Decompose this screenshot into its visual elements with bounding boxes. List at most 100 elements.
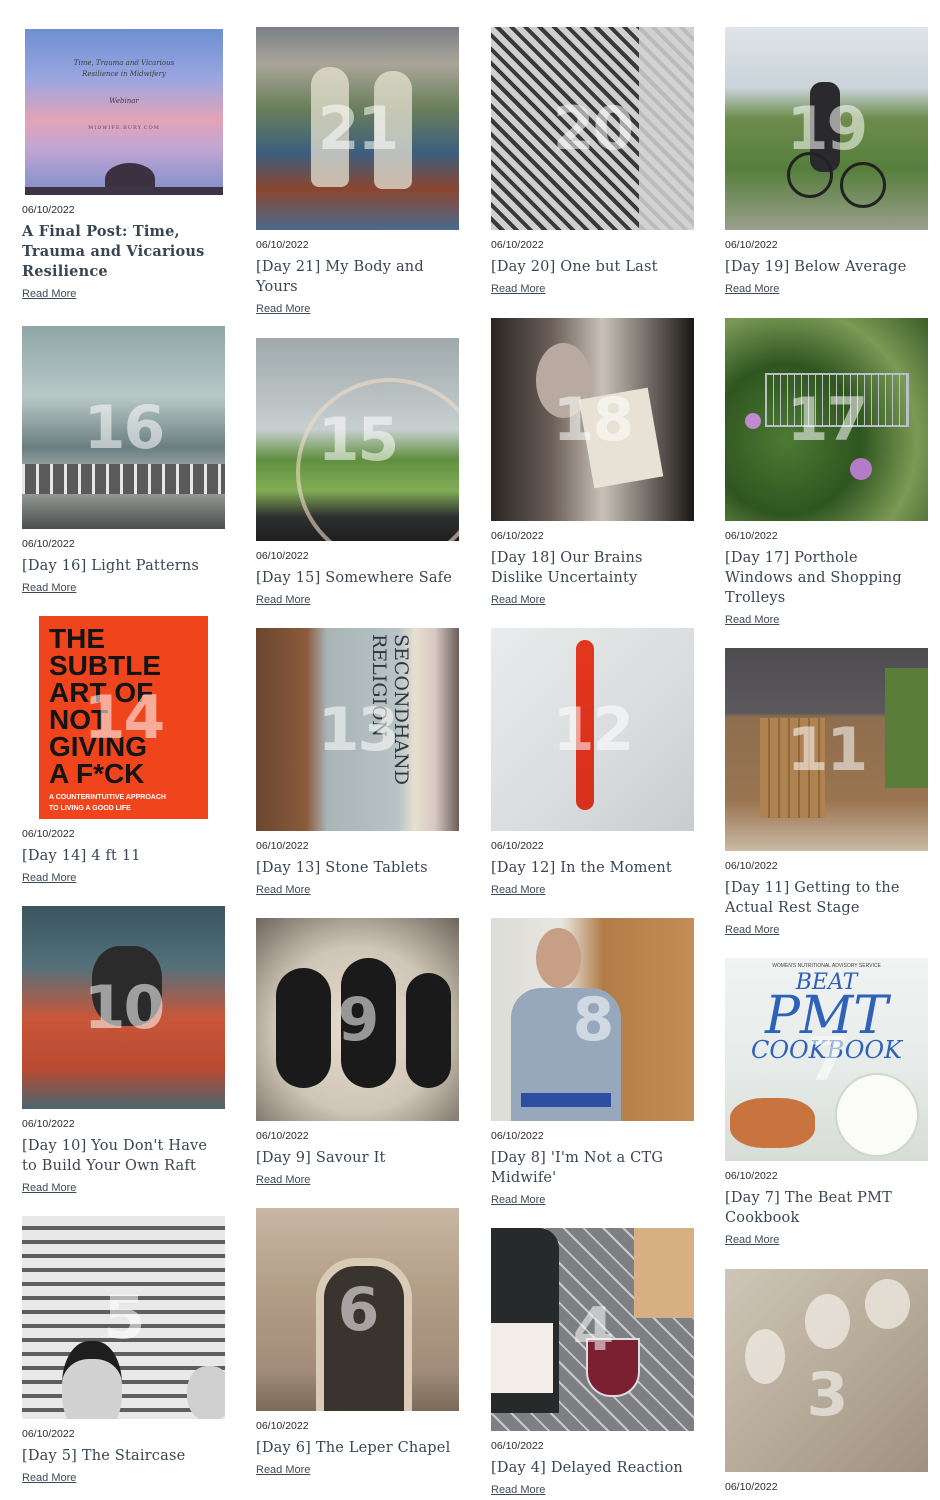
post-card: 20 06/10/2022 [Day 20] One but Last Read… <box>491 27 694 296</box>
wine-glass <box>586 1338 640 1397</box>
post-title[interactable]: [Day 7] The Beat PMT Cookbook <box>725 1188 928 1228</box>
post-title[interactable]: [Day 16] Light Patterns <box>22 556 225 576</box>
post-thumbnail[interactable]: 11 <box>725 648 928 851</box>
post-date: 06/10/2022 <box>725 860 778 872</box>
read-more-link[interactable]: Read More <box>725 923 779 937</box>
read-more-link[interactable]: Read More <box>725 282 779 296</box>
person-face <box>536 928 581 988</box>
wooden-door <box>760 718 825 818</box>
post-title[interactable]: [Day 20] One but Last <box>491 257 694 277</box>
skeleton-figure <box>311 67 349 187</box>
post-card: WOMEN'S NUTRITIONAL ADVISORY SERVICE BEA… <box>725 958 928 1247</box>
post-card: 21 06/10/2022 [Day 21] My Body and Yours… <box>256 27 459 316</box>
read-more-link[interactable]: Read More <box>491 1193 545 1207</box>
post-title[interactable]: [Day 15] Somewhere Safe <box>256 568 459 588</box>
post-thumbnail[interactable]: 18 <box>491 318 694 521</box>
day-number-overlay: 5 <box>103 1282 146 1353</box>
post-date: 06/10/2022 <box>491 239 544 251</box>
post-card: 3 06/10/2022 <box>725 1269 928 1493</box>
thumbnail-url: MIDWIFE.BURY.COM <box>88 125 160 131</box>
post-date: 06/10/2022 <box>22 1428 75 1440</box>
post-title[interactable]: A Final Post: Time, Trauma and Vicarious… <box>22 222 225 282</box>
post-thumbnail[interactable]: THE SUBTLE ART OF NOT GIVING A F*CK A CO… <box>22 616 225 819</box>
post-title[interactable]: [Day 6] The Leper Chapel <box>256 1438 459 1458</box>
post-title[interactable]: [Day 12] In the Moment <box>491 858 694 878</box>
post-title[interactable]: [Day 11] Getting to the Actual Rest Stag… <box>725 878 928 918</box>
post-thumbnail[interactable]: 20 <box>491 27 694 230</box>
post-title[interactable]: [Day 10] You Don't Have to Build Your Ow… <box>22 1136 225 1176</box>
book-cover-text: COOKBOOK <box>750 1036 902 1064</box>
post-card: 4 06/10/2022 [Day 4] Delayed Reaction Re… <box>491 1228 694 1497</box>
read-more-link[interactable]: Read More <box>491 1483 545 1497</box>
post-title[interactable]: [Day 8] 'I'm Not a CTG Midwife' <box>491 1148 694 1188</box>
read-more-link[interactable]: Read More <box>491 593 545 607</box>
shadow-area <box>639 27 694 230</box>
read-more-link[interactable]: Read More <box>22 871 76 885</box>
post-thumbnail[interactable]: Time, Trauma and Vicarious Resilience in… <box>25 29 223 195</box>
read-more-link[interactable]: Read More <box>22 1471 76 1485</box>
post-thumbnail[interactable]: 3 <box>725 1269 928 1472</box>
post-thumbnail[interactable]: 6 <box>256 1208 459 1411</box>
post-title[interactable]: [Day 5] The Staircase <box>22 1446 225 1466</box>
post-thumbnail[interactable]: 12 <box>491 628 694 831</box>
post-card: 18 06/10/2022 [Day 18] Our Brains Dislik… <box>491 318 694 607</box>
post-date: 06/10/2022 <box>22 1118 75 1130</box>
day-number-overlay: 16 <box>83 392 166 463</box>
post-card: 5 06/10/2022 [Day 5] The Staircase Read … <box>22 1216 225 1485</box>
post-thumbnail[interactable]: 9 <box>256 918 459 1121</box>
post-title[interactable]: [Day 19] Below Average <box>725 257 928 277</box>
post-thumbnail[interactable]: 4 <box>491 1228 694 1431</box>
read-more-link[interactable]: Read More <box>725 613 779 627</box>
read-more-link[interactable]: Read More <box>256 1173 310 1187</box>
post-date: 06/10/2022 <box>725 1170 778 1182</box>
post-date: 06/10/2022 <box>256 840 309 852</box>
post-card: 9 06/10/2022 [Day 9] Savour It Read More <box>256 918 459 1187</box>
post-thumbnail[interactable]: 15 <box>256 338 459 541</box>
read-more-link[interactable]: Read More <box>725 1233 779 1247</box>
read-more-link[interactable]: Read More <box>256 302 310 316</box>
post-title[interactable]: [Day 21] My Body and Yours <box>256 257 459 297</box>
plants <box>885 668 928 788</box>
post-title[interactable]: [Day 9] Savour It <box>256 1148 459 1168</box>
greek-figure <box>341 958 396 1088</box>
read-more-link[interactable]: Read More <box>256 883 310 897</box>
post-thumbnail[interactable]: WOMEN'S NUTRITIONAL ADVISORY SERVICE BEA… <box>725 958 928 1161</box>
post-thumbnail[interactable]: 8 <box>491 918 694 1121</box>
post-date: 06/10/2022 <box>256 1420 309 1432</box>
arched-doorway <box>316 1258 412 1411</box>
plate <box>835 1073 919 1157</box>
thumbnail-title-line: Time, Trauma and Vicarious <box>73 59 175 67</box>
post-thumbnail[interactable]: 16 <box>22 326 225 529</box>
bridge-structure <box>22 464 225 494</box>
post-title[interactable]: [Day 4] Delayed Reaction <box>491 1458 694 1478</box>
post-title[interactable]: [Day 18] Our Brains Dislike Uncertainty <box>491 548 694 588</box>
read-more-link[interactable]: Read More <box>22 581 76 595</box>
post-thumbnail[interactable]: 21 <box>256 27 459 230</box>
post-title[interactable]: [Day 13] Stone Tablets <box>256 858 459 878</box>
post-thumbnail[interactable]: 19 <box>725 27 928 230</box>
uniform-belt <box>521 1093 611 1107</box>
read-more-link[interactable]: Read More <box>256 1463 310 1477</box>
book-spine-title: SECONDHAND RELIGION <box>368 634 412 786</box>
read-more-link[interactable]: Read More <box>491 282 545 296</box>
book-cover-text: NOT <box>49 704 109 735</box>
book <box>578 387 664 489</box>
post-thumbnail[interactable]: 17 <box>725 318 928 521</box>
post-card: 10 06/10/2022 [Day 10] You Don't Have to… <box>22 906 225 1195</box>
post-card: THE SUBTLE ART OF NOT GIVING A F*CK A CO… <box>22 616 225 885</box>
post-thumbnail[interactable]: 10 <box>22 906 225 1109</box>
post-thumbnail[interactable]: SECONDHAND RELIGION 13 <box>256 628 459 831</box>
book-cover: THE SUBTLE ART OF NOT GIVING A F*CK A CO… <box>39 616 208 819</box>
vegetables <box>730 1098 815 1148</box>
read-more-link[interactable]: Read More <box>22 287 76 301</box>
read-more-link[interactable]: Read More <box>491 883 545 897</box>
post-date: 06/10/2022 <box>491 840 544 852</box>
post-title[interactable]: [Day 14] 4 ft 11 <box>22 846 225 866</box>
read-more-link[interactable]: Read More <box>22 1181 76 1195</box>
flower <box>850 458 872 480</box>
post-title[interactable]: [Day 17] Porthole Windows and Shopping T… <box>725 548 928 608</box>
shopping-trolley <box>765 373 909 427</box>
post-thumbnail[interactable]: 5 <box>22 1216 225 1419</box>
read-more-link[interactable]: Read More <box>256 593 310 607</box>
book-cover-text: GIVING <box>49 731 148 762</box>
